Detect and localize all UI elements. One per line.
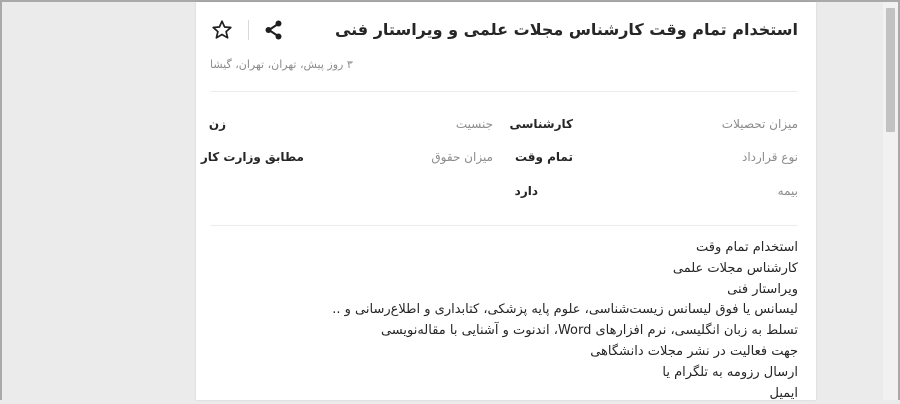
window-border-left: [0, 0, 2, 400]
scrollbar-thumb[interactable]: [886, 8, 895, 132]
page-scrollbar[interactable]: [883, 2, 898, 400]
description-line: جهت فعالیت در نشر مجلات دانشگاهی: [590, 343, 798, 359]
divider: [210, 225, 798, 226]
star-outline-icon: [212, 20, 232, 39]
education-label: میزان تحصیلات: [721, 117, 798, 131]
job-meta: ۳ روز پیش، تهران، تهران، گیشا: [210, 58, 353, 71]
job-description: استخدام تمام وقت کارشناس مجلات علمی ویرا…: [208, 238, 798, 404]
icon-divider: [248, 20, 249, 40]
contract-type-label: نوع قرارداد: [741, 150, 798, 164]
share-icon: [265, 20, 282, 40]
education-value: کارشناسی: [509, 117, 573, 131]
insurance-value: دارد: [514, 184, 538, 198]
contract-type-value: تمام وقت: [514, 150, 573, 164]
description-line: استخدام تمام وقت: [696, 240, 798, 255]
salary-label: میزان حقوق: [431, 150, 493, 164]
job-title: استخدام تمام وقت کارشناس مجلات علمی و وی…: [334, 20, 798, 39]
gender-label: جنسیت: [455, 117, 493, 131]
job-detail-card: استخدام تمام وقت کارشناس مجلات علمی و وی…: [196, 2, 816, 401]
description-line: تسلط به زبان انگلیسی، نرم افزارهای Word،…: [380, 323, 798, 339]
bookmark-button[interactable]: [210, 18, 234, 42]
share-button[interactable]: [263, 19, 285, 41]
description-line: ایمیل: [769, 385, 798, 401]
description-line: ویراستار فنی: [727, 281, 798, 297]
gender-value: زن: [208, 117, 226, 131]
insurance-label: بیمه: [777, 184, 798, 198]
description-line: کارشناس مجلات علمی: [672, 260, 798, 276]
description-line: ارسال رزومه به تلگرام یا: [662, 364, 798, 380]
description-line: لیسانس یا فوق لیسانس زیست‌شناسی، علوم پا…: [332, 302, 798, 318]
divider: [210, 91, 798, 92]
salary-value: مطابق وزارت کار: [200, 150, 304, 164]
